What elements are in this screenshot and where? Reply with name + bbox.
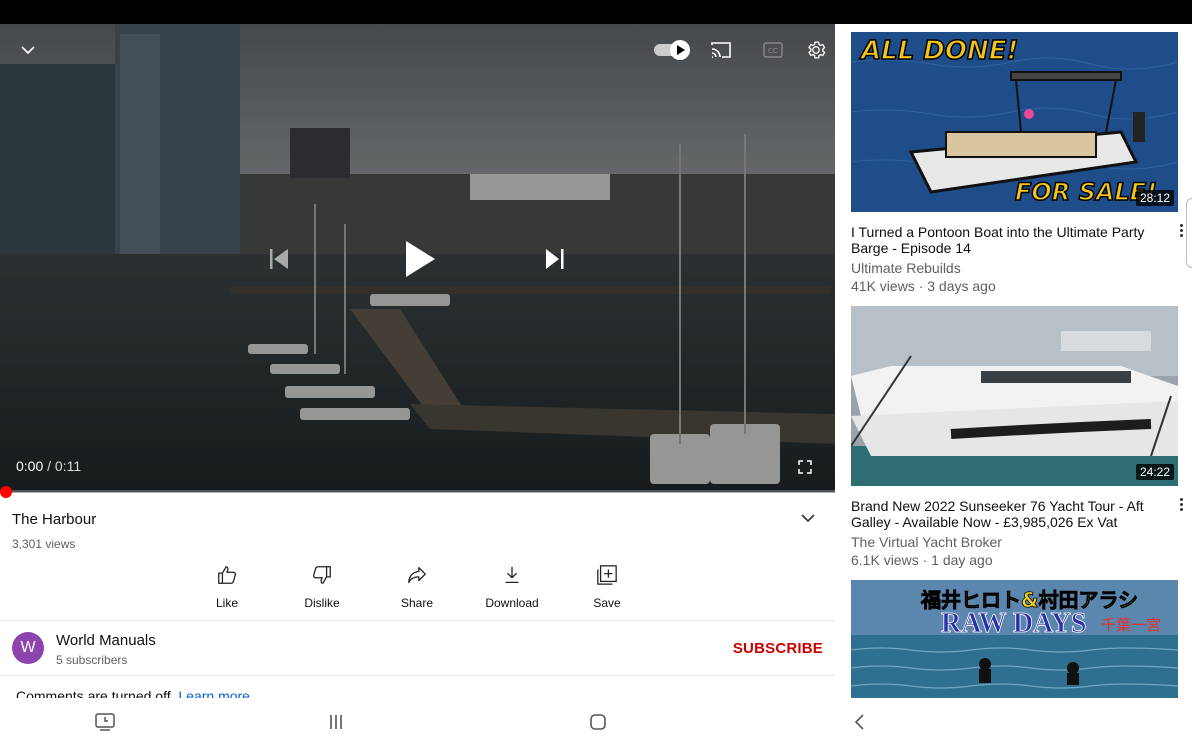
subscribe-button[interactable]: SUBSCRIBE — [733, 640, 823, 657]
share-button[interactable]: Share — [377, 564, 457, 610]
home-icon[interactable] — [585, 710, 611, 734]
more-options-icon[interactable] — [1174, 498, 1188, 511]
status-bar — [0, 0, 1192, 24]
cast-icon[interactable] — [708, 38, 734, 62]
view-count: 3,301 views — [12, 537, 76, 551]
video-card-meta: 41K views · 3 days ago — [851, 278, 996, 294]
like-label: Like — [215, 596, 238, 610]
comments-notice: Comments are turned off. Learn more — [16, 688, 250, 698]
video-card[interactable]: 24:22 Brand New 2022 Sunseeker 76 Yacht … — [851, 306, 1183, 568]
play-icon[interactable] — [398, 236, 442, 282]
thumbnail-text-bottom: RAW DAYS — [941, 608, 1087, 640]
video-card-title[interactable]: I Turned a Pontoon Boat into the Ultimat… — [851, 224, 1151, 256]
action-bar: Like Dislike Share Download Save — [0, 565, 835, 620]
time-separator: / — [43, 458, 55, 474]
system-navigation-bar — [0, 698, 1192, 745]
thumbnail-image — [851, 306, 1178, 486]
thumb-down-icon — [282, 564, 362, 588]
video-card-title[interactable]: Brand New 2022 Sunseeker 76 Yacht Tour -… — [851, 498, 1151, 530]
video-thumbnail[interactable]: ALL DONE! FOR SALE! 28:12 — [851, 32, 1178, 212]
video-card-channel: Ultimate Rebuilds — [851, 260, 961, 276]
dislike-button[interactable]: Dislike — [282, 564, 362, 610]
time-display: 0:00 / 0:11 — [16, 458, 81, 474]
video-title: The Harbour — [12, 511, 97, 528]
video-thumbnail[interactable]: 24:22 — [851, 306, 1178, 486]
comments-off-text: Comments are turned off. — [16, 688, 175, 698]
edge-panel-handle[interactable] — [1186, 198, 1192, 268]
playlist-add-icon — [567, 564, 647, 588]
back-icon[interactable] — [848, 710, 870, 734]
subscriber-count: 5 subscribers — [56, 653, 128, 667]
like-button[interactable]: Like — [187, 564, 267, 610]
duration-badge: 28:12 — [1135, 190, 1174, 206]
settings-gear-icon[interactable] — [803, 37, 829, 63]
progress-scrubber[interactable] — [0, 486, 12, 498]
video-card[interactable]: ALL DONE! FOR SALE! 28:12 I Turned a Pon… — [851, 32, 1183, 294]
video-card[interactable]: 福井ヒロト&村田アラシ RAW DAYS 千葉一宮 — [851, 580, 1178, 698]
download-icon — [472, 564, 552, 588]
channel-row[interactable]: W World Manuals 5 subscribers SUBSCRIBE — [0, 621, 835, 675]
taskbar-toggle-icon[interactable] — [92, 710, 118, 734]
previous-icon[interactable] — [262, 244, 296, 274]
total-duration: 0:11 — [54, 458, 82, 474]
duration-badge: 24:22 — [1135, 464, 1174, 480]
minimize-chevron-icon[interactable] — [16, 38, 40, 62]
thumb-up-icon — [187, 564, 267, 588]
download-button[interactable]: Download — [472, 564, 552, 610]
next-icon[interactable] — [540, 244, 570, 274]
share-icon — [377, 564, 457, 588]
save-button[interactable]: Save — [567, 564, 647, 610]
progress-bar[interactable] — [0, 490, 835, 493]
avatar[interactable]: W — [12, 632, 44, 664]
autoplay-toggle[interactable] — [652, 38, 692, 62]
current-time: 0:00 — [16, 458, 44, 474]
video-player[interactable]: CC 0:00 / 0:11 — [0, 24, 835, 492]
divider — [0, 675, 835, 676]
thumbnail-text-top: ALL DONE! — [860, 35, 1019, 67]
dislike-label: Dislike — [304, 596, 340, 610]
recent-apps-icon[interactable] — [324, 710, 348, 734]
fullscreen-icon[interactable] — [795, 457, 815, 477]
captions-icon[interactable]: CC — [760, 38, 786, 62]
svg-text:CC: CC — [768, 48, 778, 55]
download-label: Download — [485, 596, 539, 610]
share-label: Share — [400, 596, 434, 610]
channel-name[interactable]: World Manuals — [56, 632, 156, 649]
thumbnail-text-side: 千葉一宮 — [1101, 616, 1162, 634]
video-card-meta: 6.1K views · 1 day ago — [851, 552, 993, 568]
video-thumbnail[interactable]: 福井ヒロト&村田アラシ RAW DAYS 千葉一宮 — [851, 580, 1178, 698]
video-card-channel: The Virtual Yacht Broker — [851, 534, 1002, 550]
learn-more-link[interactable]: Learn more — [178, 688, 250, 698]
recommended-list: ALL DONE! FOR SALE! 28:12 I Turned a Pon… — [835, 24, 1192, 698]
save-label: Save — [593, 596, 621, 610]
expand-description-chevron-icon[interactable] — [800, 511, 816, 529]
